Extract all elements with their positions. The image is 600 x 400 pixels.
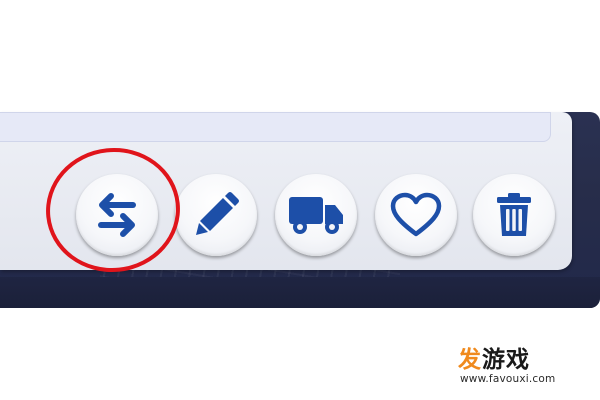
move-household-button[interactable] bbox=[275, 174, 357, 256]
watermark-url: www.favouxi.com bbox=[460, 373, 556, 385]
watermark-logo: 发游戏 bbox=[458, 347, 588, 373]
truck-icon bbox=[289, 197, 343, 234]
trash-icon bbox=[497, 193, 531, 236]
site-watermark: 发游戏 www.favouxi.com bbox=[458, 347, 588, 395]
delete-button[interactable] bbox=[473, 174, 555, 256]
watermark-logo-char: 发 bbox=[458, 347, 482, 373]
screenshot-stage: 发游戏 www.favouxi.com bbox=[0, 0, 600, 400]
pencil-icon bbox=[196, 192, 239, 235]
name-input-field[interactable] bbox=[0, 112, 551, 142]
favorite-button[interactable] bbox=[375, 174, 457, 256]
watermark-logo-text: 游戏 bbox=[482, 347, 530, 373]
heart-icon bbox=[390, 192, 442, 237]
edit-button[interactable] bbox=[175, 174, 257, 256]
